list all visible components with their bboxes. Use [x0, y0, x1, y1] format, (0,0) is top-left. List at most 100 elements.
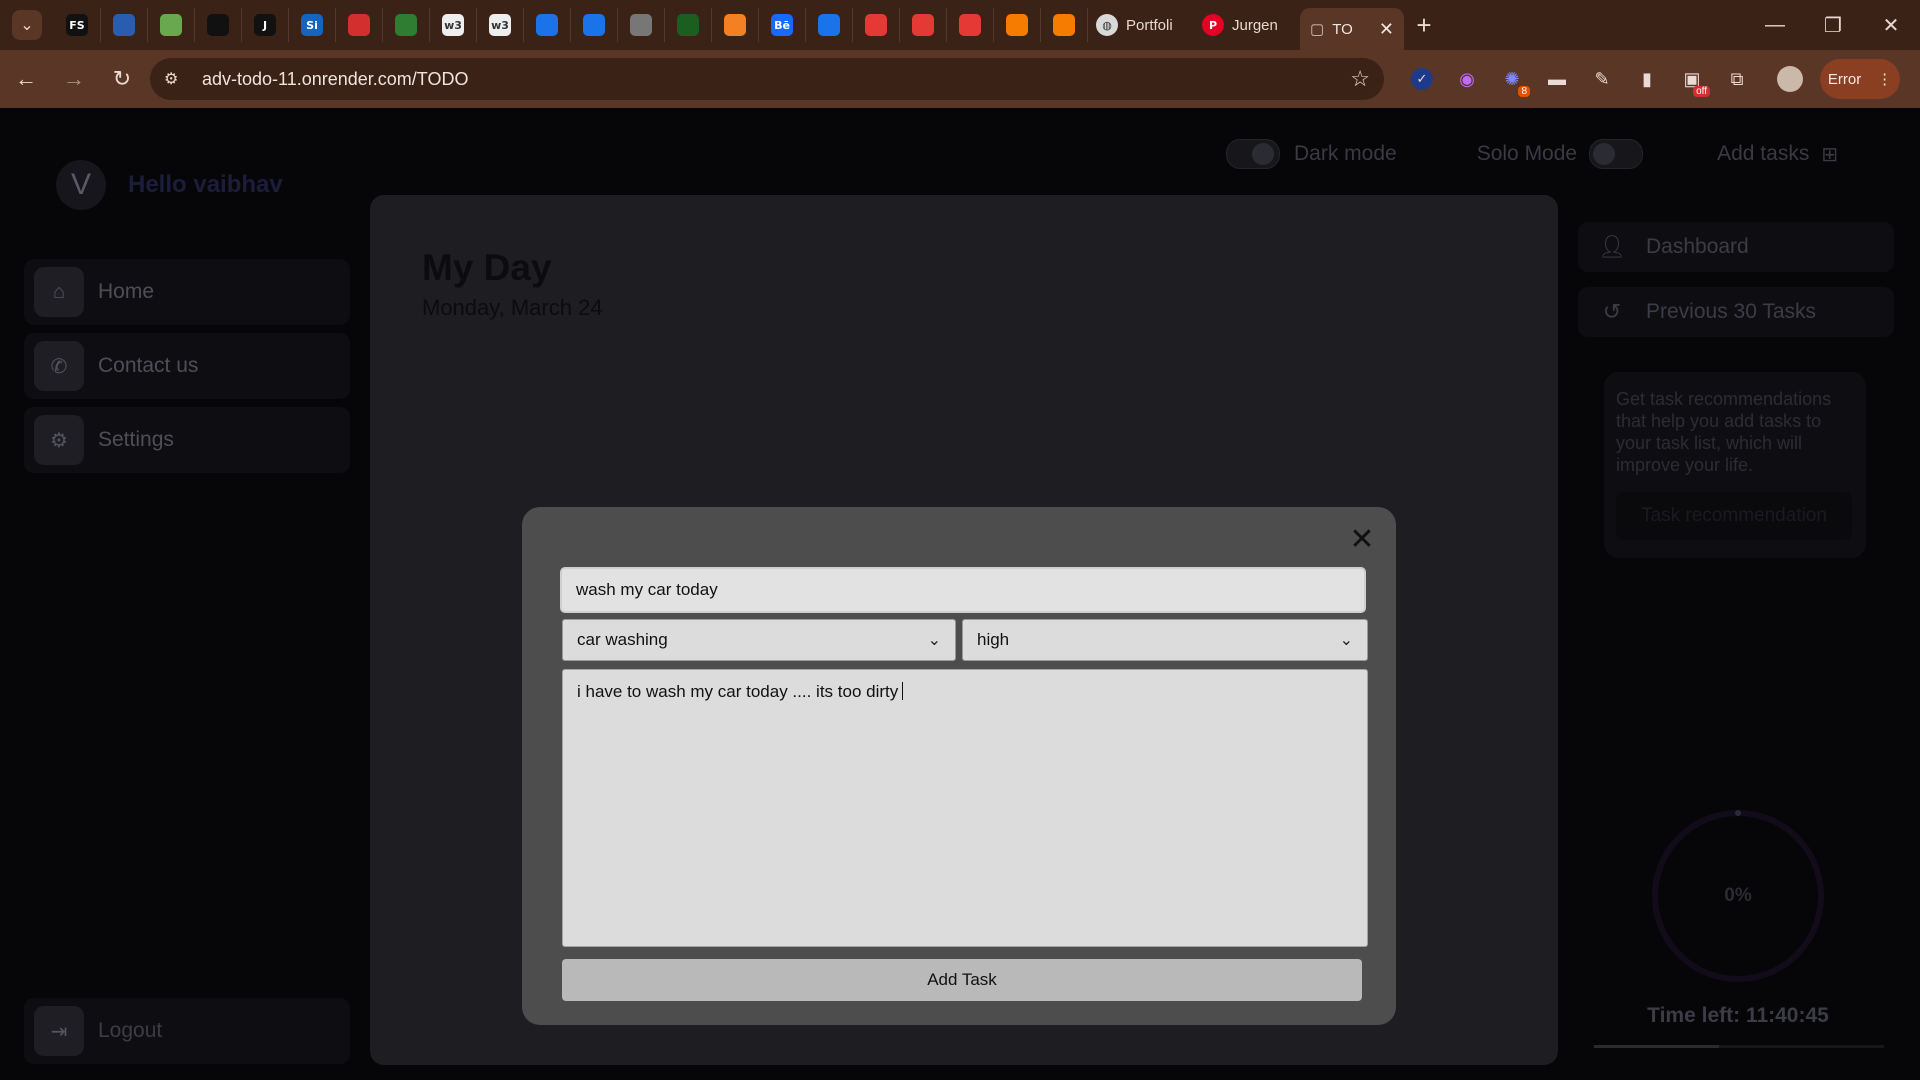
- pinned-tab[interactable]: [336, 8, 383, 42]
- puzzle-icon[interactable]: ⧉: [1721, 63, 1753, 95]
- hat-extension-icon[interactable]: ▬: [1541, 63, 1573, 95]
- logout-button[interactable]: ⇥ Logout: [24, 998, 350, 1064]
- previous-tasks-button[interactable]: ↺ Previous 30 Tasks: [1578, 287, 1894, 337]
- pinned-tab[interactable]: [900, 8, 947, 42]
- pinned-tab[interactable]: [195, 8, 242, 42]
- todo-app: V Hello vaibhav ⌂ Home ✆ Contact us ⚙ Se…: [0, 108, 1920, 1080]
- tab-active[interactable]: ▢ TO ✕: [1300, 8, 1404, 50]
- pinned-tab[interactable]: Si: [289, 8, 336, 42]
- pinned-tab[interactable]: [853, 8, 900, 42]
- close-tab-icon[interactable]: ✕: [1379, 19, 1394, 40]
- description-text: i have to wash my car today .... its too…: [577, 682, 899, 701]
- pinned-tab[interactable]: [665, 8, 712, 42]
- back-icon[interactable]: ←: [4, 57, 48, 101]
- pinterest-icon: P: [1202, 14, 1224, 36]
- progress-ring: 0%: [1648, 806, 1828, 986]
- bookmark-star-icon[interactable]: ☆: [1350, 66, 1370, 92]
- gear-icon: ⚙: [34, 415, 84, 465]
- profile-avatar-icon[interactable]: [1774, 63, 1806, 95]
- purple-extension-icon[interactable]: ◉: [1451, 63, 1483, 95]
- restore-icon[interactable]: ❐: [1804, 0, 1862, 50]
- check-extension-icon[interactable]: ✓: [1406, 63, 1438, 95]
- w3schools-icon: w3: [442, 14, 464, 36]
- document-icon: ▢: [1310, 21, 1325, 38]
- k-icon: [536, 14, 558, 36]
- time-progress-bar: [1594, 1045, 1884, 1048]
- dark-mode-label: Dark mode: [1294, 142, 1397, 165]
- reload-icon[interactable]: ↻: [100, 57, 144, 101]
- sidebar-item-home[interactable]: ⌂ Home: [24, 259, 350, 325]
- sidebar-item-settings[interactable]: ⚙ Settings: [24, 407, 350, 473]
- pinned-tab[interactable]: [947, 8, 994, 42]
- add-task-button[interactable]: Add Task: [562, 959, 1362, 1001]
- address-bar[interactable]: ⚙ adv-todo-11.onrender.com/TODO ☆: [150, 58, 1384, 100]
- headphone-icon: [113, 14, 135, 36]
- fs-icon: FS: [66, 14, 88, 36]
- add-task-modal: ✕ car washing ⌄ high ⌄ i have to wash my…: [522, 507, 1396, 1025]
- pinned-tab[interactable]: [571, 8, 618, 42]
- user-icon: 👤︎: [1598, 234, 1626, 259]
- browser-tabstrip: ⌄ FS J Si w3 w3 Bē ◍ Portfoli P Jurgen ▢ TO ✕…: [0, 0, 1920, 50]
- tab-search-button[interactable]: ⌄: [12, 10, 42, 40]
- category-value: car washing: [577, 630, 668, 649]
- pinned-tab[interactable]: [712, 8, 759, 42]
- behance-icon: Bē: [771, 14, 793, 36]
- pinned-tab[interactable]: w3: [477, 8, 524, 42]
- close-icon[interactable]: ✕: [1344, 521, 1380, 557]
- eyedropper-icon[interactable]: ✎: [1586, 63, 1618, 95]
- pinned-tab[interactable]: [101, 8, 148, 42]
- description-textarea[interactable]: i have to wash my car today .... its too…: [562, 669, 1368, 947]
- pinned-tab[interactable]: w3: [430, 8, 477, 42]
- play-icon: [818, 14, 840, 36]
- moon-icon: [1252, 143, 1274, 165]
- off-badge: off: [1693, 86, 1710, 97]
- w3schools-icon: w3: [489, 14, 511, 36]
- book-extension-icon[interactable]: ▮: [1631, 63, 1663, 95]
- chevron-down-icon: ⌄: [20, 17, 34, 34]
- globe-icon: ◍: [1096, 14, 1118, 36]
- pinned-tab[interactable]: [1041, 8, 1088, 42]
- pinned-tab[interactable]: FS: [54, 8, 101, 42]
- browser-toolbar: ← → ↻ ⚙ adv-todo-11.onrender.com/TODO ☆ …: [0, 50, 1920, 108]
- chevron-down-icon: ⌄: [927, 632, 941, 649]
- leetcode-icon: [160, 14, 182, 36]
- si-icon: Si: [301, 14, 323, 36]
- add-square-icon[interactable]: ⊞: [1821, 142, 1838, 167]
- dark-mode-toggle[interactable]: [1226, 139, 1280, 169]
- close-window-icon[interactable]: ✕: [1862, 0, 1920, 50]
- gear-extension-icon[interactable]: ✺ 8: [1496, 63, 1530, 97]
- pinned-tab[interactable]: [524, 8, 571, 42]
- add-tasks-label[interactable]: Add tasks: [1717, 142, 1809, 166]
- pinned-tab[interactable]: Bē: [759, 8, 806, 42]
- sidebar-item-contact[interactable]: ✆ Contact us: [24, 333, 350, 399]
- youtube-icon: [959, 14, 981, 36]
- minimize-icon[interactable]: —: [1746, 0, 1804, 50]
- error-button[interactable]: Error ⋮: [1820, 59, 1900, 99]
- pinned-tab[interactable]: [994, 8, 1041, 42]
- priority-select[interactable]: high ⌄: [962, 619, 1368, 661]
- video-extension-icon[interactable]: ▣ off: [1676, 63, 1710, 97]
- dashboard-button[interactable]: 👤︎ Dashboard: [1578, 222, 1894, 272]
- network-icon: [630, 14, 652, 36]
- pinned-tab[interactable]: [618, 8, 665, 42]
- pinned-tab[interactable]: [383, 8, 430, 42]
- solo-mode-toggle[interactable]: [1589, 139, 1644, 169]
- pinned-tab[interactable]: J: [242, 8, 289, 42]
- page-title: My Day: [422, 247, 552, 288]
- site-info-icon[interactable]: ⚙: [164, 69, 192, 89]
- chevron-down-icon: ⌄: [1339, 632, 1353, 649]
- forward-icon[interactable]: →: [52, 57, 96, 101]
- pinned-tab[interactable]: [148, 8, 195, 42]
- url-text: adv-todo-11.onrender.com/TODO: [202, 68, 469, 89]
- tab-portfolio[interactable]: ◍ Portfoli: [1088, 8, 1194, 42]
- new-tab-button[interactable]: +: [1404, 10, 1444, 41]
- oracle-icon: [348, 14, 370, 36]
- gfg-icon: [395, 14, 417, 36]
- tab-pinterest[interactable]: P Jurgen: [1194, 8, 1300, 42]
- pinned-tab[interactable]: [806, 8, 853, 42]
- category-select[interactable]: car washing ⌄: [562, 619, 956, 661]
- text-caret: [902, 682, 904, 700]
- task-recommendation-button[interactable]: Task recommendation: [1616, 492, 1852, 540]
- task-title-input[interactable]: [560, 567, 1366, 613]
- youtube-icon: [865, 14, 887, 36]
